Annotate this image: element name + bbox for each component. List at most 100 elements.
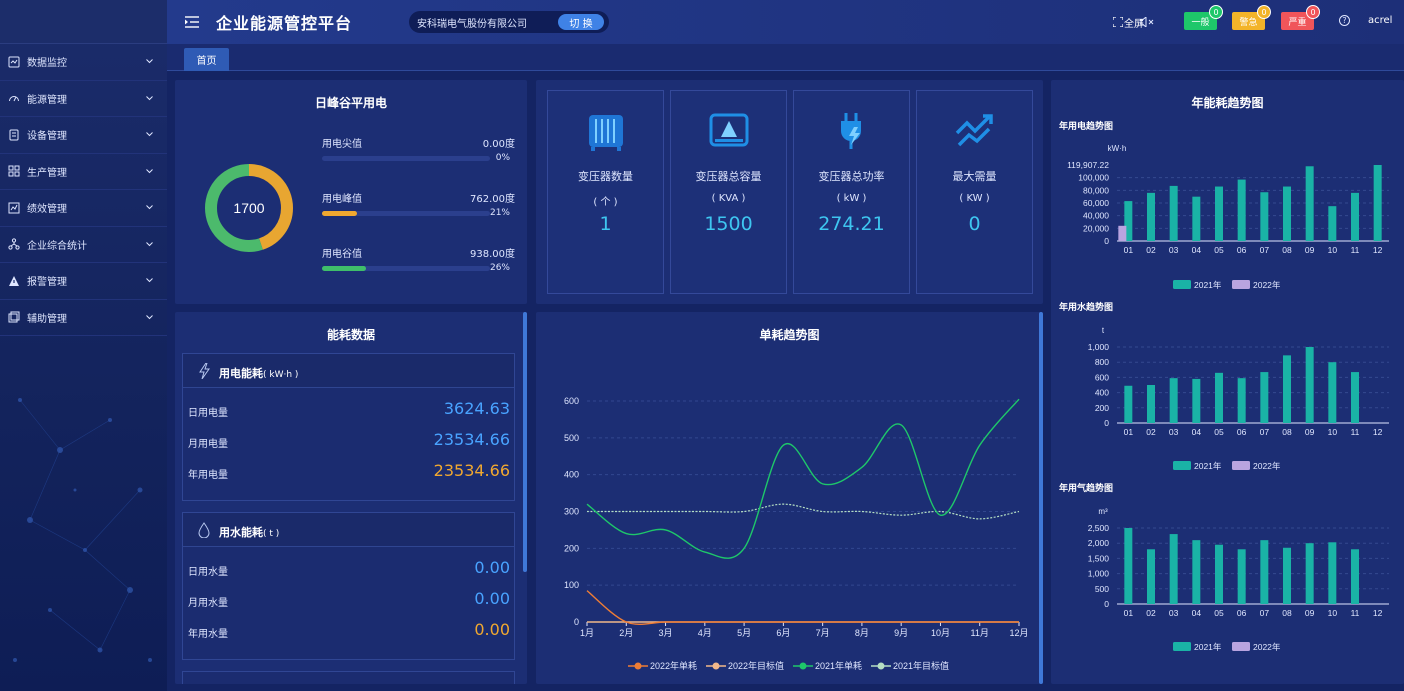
alert-level-3-button[interactable]: 严重 0 (1281, 5, 1320, 30)
sidebar-item-2[interactable]: 能源管理 (0, 81, 167, 117)
year-xtick-label: 07 (1260, 245, 1270, 255)
year-bar (1147, 385, 1155, 423)
trend-legend-label[interactable]: 2022年目标值 (728, 660, 784, 671)
trend-ytick-label: 100 (564, 580, 579, 590)
energy-row-label: 日用电量 (188, 408, 228, 419)
year-ytick-label: 2,500 (1088, 523, 1110, 533)
card-value: 274.21 (818, 213, 885, 235)
alert-level-2-button[interactable]: 警急 0 (1232, 5, 1271, 30)
trend-legend-label[interactable]: 2021年目标值 (893, 660, 949, 671)
energy-section: 用水能耗( t ) 日用水量 0.00 月用水量 0.00 年用水量 0.00 (182, 512, 515, 660)
donut-total: 1700 (233, 200, 264, 216)
help-icon[interactable]: ? (1339, 15, 1350, 26)
plug-power-icon (794, 111, 909, 153)
trend-legend-marker (877, 662, 885, 670)
energy-data-title: 能耗数据 (326, 328, 375, 342)
trend-xtick-label: 12月 (1009, 628, 1028, 638)
year-bar (1147, 192, 1155, 241)
year-legend-label[interactable]: 2022年 (1253, 280, 1281, 290)
year-bar (1124, 385, 1133, 423)
sidebar-item-1[interactable]: 数据监控 (0, 44, 167, 81)
trend-legend-label[interactable]: 2022年单耗 (650, 660, 697, 671)
alert-level-1-button[interactable]: 一般 0 (1184, 5, 1223, 30)
sidebar-item-label: 企业综合统计 (27, 240, 87, 252)
transformer-card: 最大需量 ( KW ) 0 (916, 90, 1033, 294)
year-legend-label[interactable]: 2022年 (1253, 461, 1281, 471)
year-bar (1192, 196, 1201, 241)
energy-row-value: 0.00 (474, 589, 510, 608)
year-bar (1283, 547, 1291, 604)
user-name[interactable]: acrel (1368, 15, 1392, 26)
year-chart-title: 年用电趋势图 (1059, 120, 1113, 131)
energy-row-value: 3624.63 (443, 399, 510, 418)
year-legend-swatch (1173, 461, 1191, 470)
speaker-mute-icon (1140, 17, 1154, 27)
year-bar (1237, 378, 1246, 423)
company-name: 安科瑞电气股份有限公司 (417, 18, 527, 30)
energy-row-label: 日用水量 (188, 567, 228, 578)
year-chart-unit: kW·h (1108, 144, 1127, 153)
sidebar-item-8[interactable]: 辅助管理 (0, 300, 167, 336)
year-chart-title: 年用水趋势图 (1059, 301, 1113, 312)
year-bar (1351, 192, 1359, 241)
year-xtick-label: 11 (1351, 427, 1360, 437)
year-bar (1237, 179, 1246, 241)
trend-up-icon (917, 111, 1032, 153)
year-chart-unit: t (1102, 326, 1105, 335)
year-ytick-label: 200 (1095, 403, 1109, 413)
monitor-icon (8, 56, 20, 68)
sidebar-item-label: 辅助管理 (27, 313, 67, 325)
year-legend-label[interactable]: 2022年 (1253, 642, 1281, 652)
sidebar-item-6[interactable]: 企业综合统计 (0, 227, 167, 263)
year-ytick-label: 60,000 (1083, 198, 1109, 208)
switch-company-button[interactable]: 切 换 (558, 14, 604, 30)
card-label: 变压器总容量 (695, 170, 762, 183)
year-bar (1237, 549, 1246, 604)
year-legend-label[interactable]: 2021年 (1194, 642, 1222, 652)
year-legend-swatch (1173, 642, 1191, 651)
sidebar-item-label: 设备管理 (27, 131, 67, 143)
year-trend-panel: 年能耗趋势图 年用电趋势图 kW·h 119,907.22 0 20,000 40,000… (1051, 80, 1404, 684)
mute-button[interactable] (1140, 0, 1154, 44)
chevron-down-icon (146, 166, 153, 177)
energy-row-label: 年用水量 (188, 629, 228, 640)
trend-xtick-label: 7月 (816, 628, 830, 638)
trend-ytick-label: 200 (564, 543, 579, 553)
year-ytick-label: 1,000 (1088, 569, 1110, 579)
energy-data-scrollbar[interactable] (523, 312, 527, 572)
year-ytick-label: 20,000 (1083, 223, 1109, 233)
year-legend-label[interactable]: 2021年 (1194, 461, 1222, 471)
year-bar (1118, 225, 1127, 241)
trend-ytick-label: 300 (564, 507, 579, 517)
energy-row-label: 月用电量 (188, 439, 228, 450)
year-bar (1124, 528, 1133, 604)
year-legend-label[interactable]: 2021年 (1194, 280, 1222, 290)
card-unit: ( kW ) (836, 193, 867, 204)
company-selector: 安科瑞电气股份有限公司 切 换 (409, 11, 609, 33)
year-legend-swatch (1232, 461, 1250, 470)
capacity-icon (671, 111, 786, 153)
year-xtick-label: 01 (1124, 427, 1134, 437)
alert-count-badge: 0 (1257, 5, 1271, 19)
year-ytick-label: 100,000 (1078, 173, 1109, 183)
year-bar (1373, 165, 1382, 241)
sidebar-item-7[interactable]: 报警管理 (0, 263, 167, 300)
year-ytick-label: 400 (1095, 388, 1109, 398)
year-ytick-label: 800 (1095, 357, 1109, 367)
chevron-down-icon (146, 312, 153, 323)
year-bar (1305, 166, 1314, 241)
fullscreen-icon (1113, 17, 1123, 27)
trend-ytick-label: 500 (564, 433, 579, 443)
card-label: 最大需量 (952, 170, 997, 183)
sidebar-item-4[interactable]: 生产管理 (0, 154, 167, 190)
trend-legend-label[interactable]: 2021年单耗 (815, 660, 862, 671)
sidebar-item-3[interactable]: 设备管理 (0, 117, 167, 154)
gauge-icon (8, 92, 20, 104)
year-xtick-label: 01 (1124, 245, 1134, 255)
menu-toggle-icon[interactable] (185, 13, 199, 32)
year-bar (1328, 206, 1337, 241)
sidebar-item-5[interactable]: 绩效管理 (0, 190, 167, 227)
lightning-icon (198, 362, 210, 383)
year-xtick-label: 10 (1328, 427, 1338, 437)
tab-home[interactable]: 首页 (184, 48, 229, 71)
